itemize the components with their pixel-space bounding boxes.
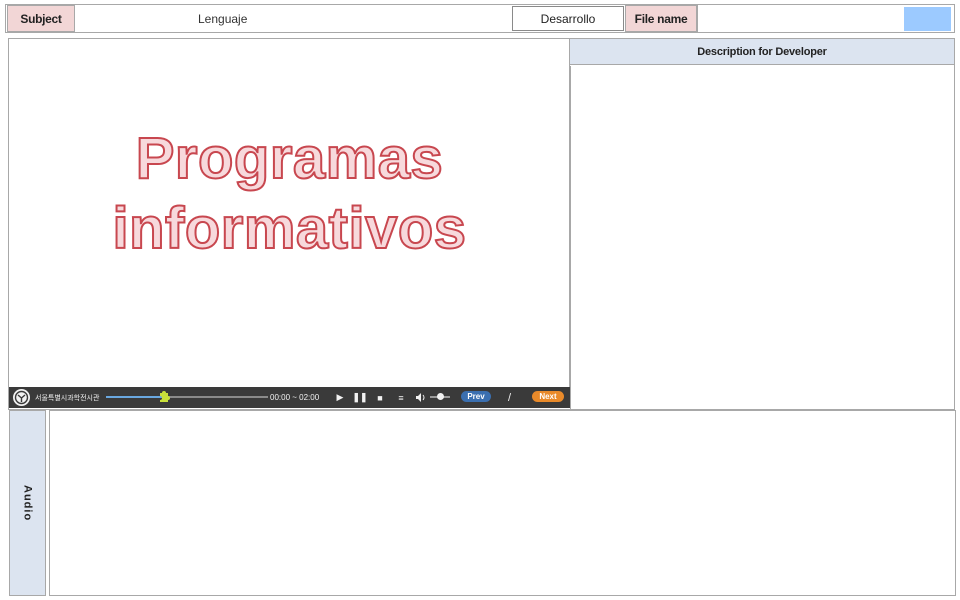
subject-value: Lenguaje <box>198 11 248 26</box>
video-title-line1: Programas <box>135 125 444 192</box>
org-name: 서울특별시과학전시관 <box>35 394 100 402</box>
play-icon[interactable]: ▶ <box>334 387 346 408</box>
subject-label: Subject <box>7 5 75 32</box>
volume-icon[interactable] <box>415 387 427 408</box>
color-swatch <box>904 7 951 31</box>
header-divider <box>697 5 698 32</box>
video-title-line2: informativos <box>111 195 467 262</box>
audio-body[interactable] <box>49 410 956 596</box>
progress-handle-icon[interactable] <box>157 390 171 403</box>
menu-icon[interactable]: ≡ <box>395 387 407 408</box>
progress-fill <box>106 396 164 398</box>
audio-label-text: Audio <box>21 484 34 522</box>
header-bar <box>5 4 955 33</box>
description-body[interactable] <box>570 66 954 409</box>
playback-time: 00:00 ~ 02:00 <box>270 393 320 402</box>
developer-field[interactable]: Desarrollo <box>512 6 624 31</box>
filename-label: File name <box>625 5 697 32</box>
volume-handle[interactable] <box>437 393 444 400</box>
description-heading: Description for Developer <box>570 39 954 65</box>
prev-button[interactable]: Prev <box>461 391 491 402</box>
audio-label: Audio <box>9 410 46 596</box>
stop-icon[interactable]: ■ <box>374 387 386 408</box>
next-button[interactable]: Next <box>532 391 564 402</box>
pause-icon[interactable]: ❚❚ <box>352 387 367 408</box>
page-separator: / <box>508 391 512 404</box>
video-title: Programas informativos <box>9 124 570 264</box>
org-logo-icon <box>13 389 30 406</box>
